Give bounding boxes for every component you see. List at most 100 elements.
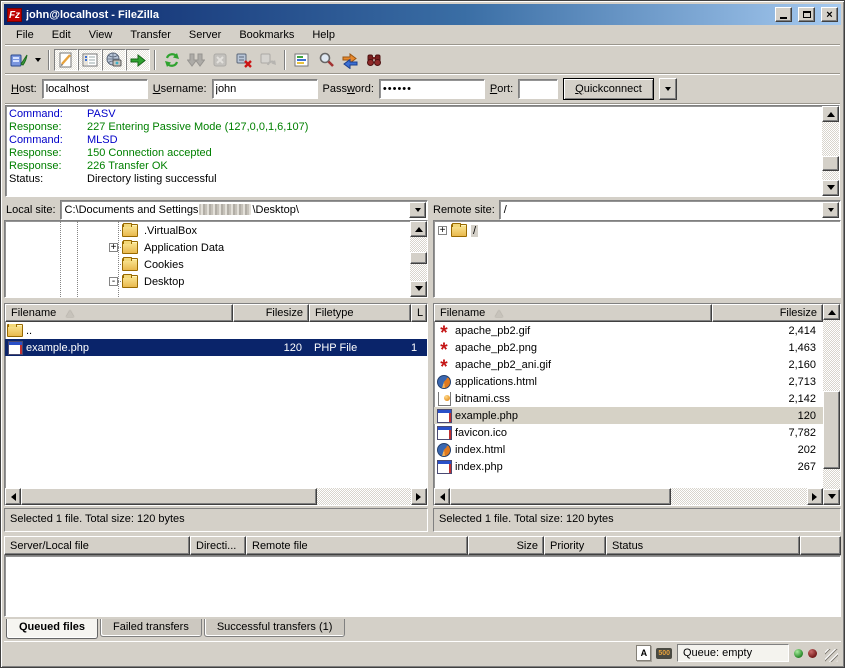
tab-queued-files[interactable]: Queued files bbox=[6, 619, 98, 639]
file-row[interactable]: apache_pb2_ani.gif2,160 bbox=[434, 356, 823, 373]
scroll-track[interactable] bbox=[21, 488, 411, 505]
scroll-thumb[interactable] bbox=[410, 252, 427, 264]
tree-item-label[interactable]: .VirtualBox bbox=[142, 225, 199, 237]
local-tree-scrollbar[interactable] bbox=[410, 221, 427, 297]
password-input[interactable] bbox=[379, 79, 485, 99]
tree-item[interactable]: Desktop bbox=[5, 273, 410, 290]
scroll-track[interactable] bbox=[450, 488, 807, 505]
scroll-right-button[interactable] bbox=[411, 488, 427, 505]
column-header-remote-file[interactable]: Remote file bbox=[246, 536, 468, 555]
scroll-up-button[interactable] bbox=[822, 106, 839, 122]
refresh-button[interactable] bbox=[160, 49, 184, 71]
column-header-size[interactable]: Size bbox=[468, 536, 544, 555]
scroll-thumb[interactable] bbox=[450, 488, 671, 505]
tree-expander[interactable] bbox=[109, 277, 118, 286]
quickconnect-dropdown[interactable] bbox=[659, 78, 677, 100]
minimize-button[interactable] bbox=[775, 7, 792, 22]
port-input[interactable] bbox=[518, 79, 558, 99]
host-input[interactable] bbox=[42, 79, 148, 99]
scroll-up-button[interactable] bbox=[823, 304, 840, 320]
column-header-priority[interactable]: Priority bbox=[544, 536, 606, 555]
local-site-combo-button[interactable] bbox=[409, 202, 426, 218]
file-row[interactable]: apache_pb2.png1,463 bbox=[434, 339, 823, 356]
disconnect-button[interactable] bbox=[232, 49, 256, 71]
toggle-local-tree-button[interactable] bbox=[78, 49, 102, 71]
file-row[interactable]: applications.html2,713 bbox=[434, 373, 823, 390]
local-site-combo[interactable]: C:\Documents and Settings\Desktop\ bbox=[60, 200, 428, 220]
local-list-hscrollbar[interactable] bbox=[5, 488, 427, 505]
remote-list-scrollbar[interactable] bbox=[823, 304, 840, 505]
site-manager-dropdown[interactable] bbox=[31, 49, 44, 71]
file-row[interactable]: .. bbox=[5, 322, 427, 339]
menu-help[interactable]: Help bbox=[303, 27, 344, 43]
file-row[interactable]: bitnami.css2,142 bbox=[434, 390, 823, 407]
tree-item[interactable]: .VirtualBox bbox=[5, 222, 410, 239]
scroll-track[interactable] bbox=[823, 320, 840, 489]
remote-site-combo-button[interactable] bbox=[822, 202, 839, 218]
column-header-filesize[interactable]: Filesize bbox=[233, 304, 309, 322]
scroll-down-button[interactable] bbox=[823, 489, 840, 505]
tree-expander[interactable] bbox=[109, 243, 118, 252]
tree-item[interactable]: Application Data bbox=[5, 239, 410, 256]
file-row[interactable]: index.php267 bbox=[434, 458, 823, 475]
file-row[interactable]: index.html202 bbox=[434, 441, 823, 458]
scroll-left-button[interactable] bbox=[5, 488, 21, 505]
menu-view[interactable]: View bbox=[80, 27, 122, 43]
column-header-lastmodified[interactable]: L bbox=[411, 304, 427, 322]
speed-limit-badge-icon[interactable]: 500 bbox=[656, 648, 672, 659]
column-header-status[interactable]: Status bbox=[606, 536, 800, 555]
remote-list-hscrollbar[interactable] bbox=[434, 488, 823, 505]
tree-item-label[interactable]: / bbox=[471, 225, 478, 237]
scroll-thumb[interactable] bbox=[21, 488, 317, 505]
tab-successful-transfers[interactable]: Successful transfers (1) bbox=[204, 619, 346, 637]
column-header-filetype[interactable]: Filetype bbox=[309, 304, 411, 322]
column-header-filesize[interactable]: Filesize bbox=[712, 304, 823, 322]
menu-transfer[interactable]: Transfer bbox=[121, 27, 180, 43]
file-row-selected[interactable]: example.php120 bbox=[434, 407, 823, 424]
remote-site-combo[interactable]: / bbox=[499, 200, 841, 220]
synchronized-browsing-button[interactable] bbox=[338, 49, 362, 71]
scroll-thumb[interactable] bbox=[823, 391, 840, 469]
tree-item-label[interactable]: Cookies bbox=[142, 259, 186, 271]
titlebar[interactable]: Fz john@localhost - FileZilla × bbox=[4, 4, 841, 25]
scroll-up-button[interactable] bbox=[410, 221, 427, 237]
toggle-message-log-button[interactable] bbox=[54, 49, 78, 71]
scroll-track[interactable] bbox=[410, 237, 427, 281]
column-header-filename[interactable]: Filename bbox=[434, 304, 712, 322]
find-files-button[interactable] bbox=[362, 49, 386, 71]
queue-list[interactable] bbox=[4, 555, 841, 617]
scroll-track[interactable] bbox=[822, 122, 839, 180]
column-header-server-local-file[interactable]: Server/Local file bbox=[4, 536, 190, 555]
username-input[interactable] bbox=[212, 79, 318, 99]
maximize-button[interactable] bbox=[798, 7, 815, 22]
tree-item[interactable]: Cookies bbox=[5, 256, 410, 273]
scroll-right-button[interactable] bbox=[807, 488, 823, 505]
log-scrollbar[interactable] bbox=[822, 106, 839, 196]
column-header-direction[interactable]: Directi... bbox=[190, 536, 246, 555]
datatype-indicator-icon[interactable]: A bbox=[636, 645, 651, 661]
tree-expander[interactable] bbox=[438, 226, 447, 235]
file-row-selected[interactable]: example.php 120 PHP File 1 bbox=[5, 339, 427, 356]
filters-button[interactable] bbox=[290, 49, 314, 71]
file-row[interactable]: favicon.ico7,782 bbox=[434, 424, 823, 441]
menu-file[interactable]: File bbox=[7, 27, 43, 43]
file-row[interactable]: apache_pb2.gif2,414 bbox=[434, 322, 823, 339]
scroll-thumb[interactable] bbox=[822, 156, 839, 171]
toggle-remote-tree-button[interactable] bbox=[102, 49, 126, 71]
directory-comparison-button[interactable] bbox=[314, 49, 338, 71]
close-button[interactable]: × bbox=[821, 7, 838, 22]
scroll-down-button[interactable] bbox=[822, 180, 839, 196]
scroll-left-button[interactable] bbox=[434, 488, 450, 505]
resize-grip[interactable] bbox=[825, 649, 838, 662]
tree-item[interactable]: / bbox=[434, 222, 840, 239]
tree-item-label[interactable]: Application Data bbox=[142, 242, 226, 254]
quickconnect-button[interactable]: Quickconnect bbox=[563, 78, 654, 100]
menu-edit[interactable]: Edit bbox=[43, 27, 80, 43]
toggle-transfer-queue-button[interactable] bbox=[126, 49, 150, 71]
menu-server[interactable]: Server bbox=[180, 27, 230, 43]
tab-failed-transfers[interactable]: Failed transfers bbox=[100, 619, 202, 637]
site-manager-button[interactable] bbox=[7, 49, 31, 71]
tree-item-label[interactable]: Desktop bbox=[142, 276, 186, 288]
menu-bookmarks[interactable]: Bookmarks bbox=[230, 27, 303, 43]
column-header-filename[interactable]: Filename bbox=[5, 304, 233, 322]
